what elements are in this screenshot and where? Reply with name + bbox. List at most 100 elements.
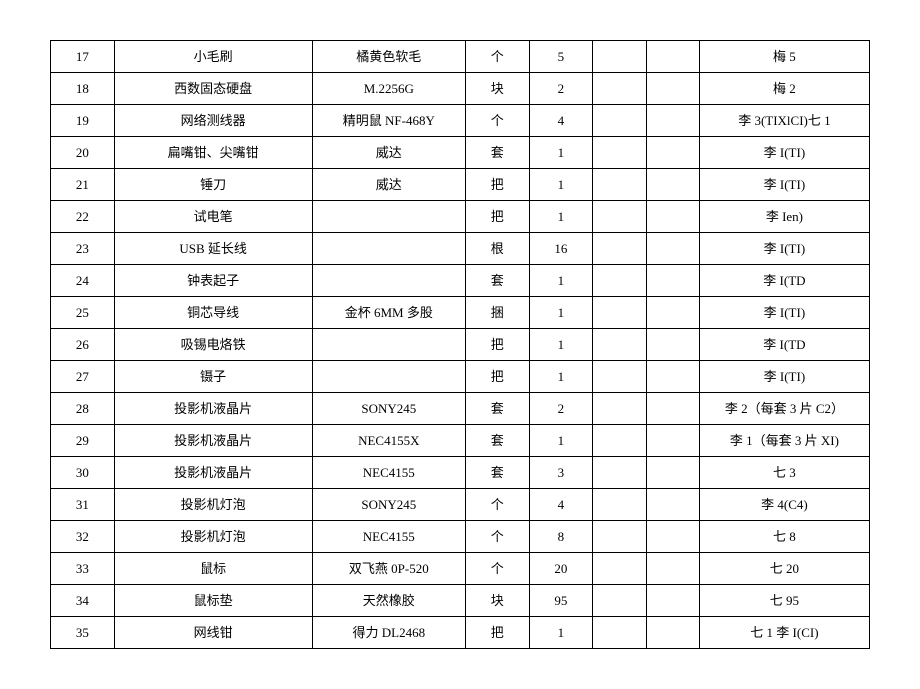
col-extra1	[593, 265, 646, 297]
col-extra2	[646, 361, 699, 393]
col-name: 钟表起子	[114, 265, 312, 297]
col-extra1	[593, 105, 646, 137]
col-extra1	[593, 169, 646, 201]
col-extra1	[593, 201, 646, 233]
table-row: 28投影机液晶片SONY245套2李 2（每套 3 片 C2）	[51, 393, 870, 425]
col-name: 扁嘴钳、尖嘴钳	[114, 137, 312, 169]
col-note: 七 8	[699, 521, 869, 553]
col-index: 17	[51, 41, 115, 73]
col-unit: 个	[465, 105, 529, 137]
col-extra2	[646, 585, 699, 617]
col-note: 李 I(TI)	[699, 233, 869, 265]
col-name: 镊子	[114, 361, 312, 393]
col-note: 李 Ien)	[699, 201, 869, 233]
col-unit: 套	[465, 393, 529, 425]
table-row: 34鼠标垫天然橡胶块95 七 95	[51, 585, 870, 617]
col-extra2	[646, 393, 699, 425]
col-qty: 95	[529, 585, 593, 617]
col-unit: 块	[465, 73, 529, 105]
col-extra2	[646, 553, 699, 585]
col-name: 锤刀	[114, 169, 312, 201]
col-note: 七 95	[699, 585, 869, 617]
col-unit: 个	[465, 41, 529, 73]
col-extra1	[593, 137, 646, 169]
col-extra1	[593, 425, 646, 457]
col-extra2	[646, 41, 699, 73]
col-unit: 个	[465, 553, 529, 585]
table-row: 27镊子把1李 I(TI)	[51, 361, 870, 393]
col-name: 鼠标垫	[114, 585, 312, 617]
col-extra1	[593, 585, 646, 617]
col-index: 27	[51, 361, 115, 393]
col-extra1	[593, 393, 646, 425]
col-note: 梅 5	[699, 41, 869, 73]
col-spec: SONY245	[312, 393, 465, 425]
col-qty: 1	[529, 201, 593, 233]
col-spec: 金杯 6MM 多股	[312, 297, 465, 329]
col-index: 18	[51, 73, 115, 105]
col-spec	[312, 233, 465, 265]
table-row: 31投影机灯泡SONY245个4李 4(C4)	[51, 489, 870, 521]
table-row: 17小毛刷橘黄色软毛个5梅 5	[51, 41, 870, 73]
col-extra1	[593, 297, 646, 329]
col-name: 投影机液晶片	[114, 457, 312, 489]
col-qty: 2	[529, 393, 593, 425]
col-extra2	[646, 169, 699, 201]
col-index: 30	[51, 457, 115, 489]
col-unit: 把	[465, 361, 529, 393]
col-index: 23	[51, 233, 115, 265]
col-name: 投影机灯泡	[114, 521, 312, 553]
col-unit: 个	[465, 521, 529, 553]
table-row: 22试电笔把1李 Ien)	[51, 201, 870, 233]
col-note: 李 2（每套 3 片 C2）	[699, 393, 869, 425]
col-extra1	[593, 553, 646, 585]
col-qty: 5	[529, 41, 593, 73]
col-qty: 1	[529, 169, 593, 201]
col-qty: 1	[529, 361, 593, 393]
col-name: 投影机液晶片	[114, 425, 312, 457]
col-qty: 1	[529, 425, 593, 457]
col-unit: 套	[465, 265, 529, 297]
col-qty: 3	[529, 457, 593, 489]
col-unit: 根	[465, 233, 529, 265]
col-note: 七 20	[699, 553, 869, 585]
col-index: 19	[51, 105, 115, 137]
col-index: 21	[51, 169, 115, 201]
col-name: 试电笔	[114, 201, 312, 233]
table-row: 24钟表起子套1李 I(TD	[51, 265, 870, 297]
col-name: 网线钳	[114, 617, 312, 649]
table-row: 33鼠标双飞燕 0P-520个20七 20	[51, 553, 870, 585]
col-spec	[312, 329, 465, 361]
col-extra1	[593, 361, 646, 393]
col-extra2	[646, 521, 699, 553]
col-spec: 精明鼠 NF-468Y	[312, 105, 465, 137]
table-row: 29投影机液晶片NEC4155X套1李 1（每套 3 片 XI)	[51, 425, 870, 457]
col-name: 投影机灯泡	[114, 489, 312, 521]
col-extra1	[593, 617, 646, 649]
col-spec: 橘黄色软毛	[312, 41, 465, 73]
col-qty: 1	[529, 617, 593, 649]
col-unit: 个	[465, 489, 529, 521]
col-index: 29	[51, 425, 115, 457]
col-spec: NEC4155	[312, 457, 465, 489]
col-spec: 得力 DL2468	[312, 617, 465, 649]
col-qty: 8	[529, 521, 593, 553]
col-extra1	[593, 329, 646, 361]
col-qty: 20	[529, 553, 593, 585]
col-extra1	[593, 41, 646, 73]
col-extra2	[646, 105, 699, 137]
col-index: 34	[51, 585, 115, 617]
table-row: 30投影机液晶片NEC4155套3七 3	[51, 457, 870, 489]
col-qty: 4	[529, 489, 593, 521]
col-name: 投影机液晶片	[114, 393, 312, 425]
col-unit: 块	[465, 585, 529, 617]
col-note: 李 3(TIXlCI)七 1	[699, 105, 869, 137]
col-index: 31	[51, 489, 115, 521]
col-spec: 天然橡胶	[312, 585, 465, 617]
col-index: 20	[51, 137, 115, 169]
col-extra2	[646, 265, 699, 297]
col-spec: 威达	[312, 169, 465, 201]
col-note: 李 I(TI)	[699, 137, 869, 169]
col-name: USB 延长线	[114, 233, 312, 265]
col-unit: 捆	[465, 297, 529, 329]
